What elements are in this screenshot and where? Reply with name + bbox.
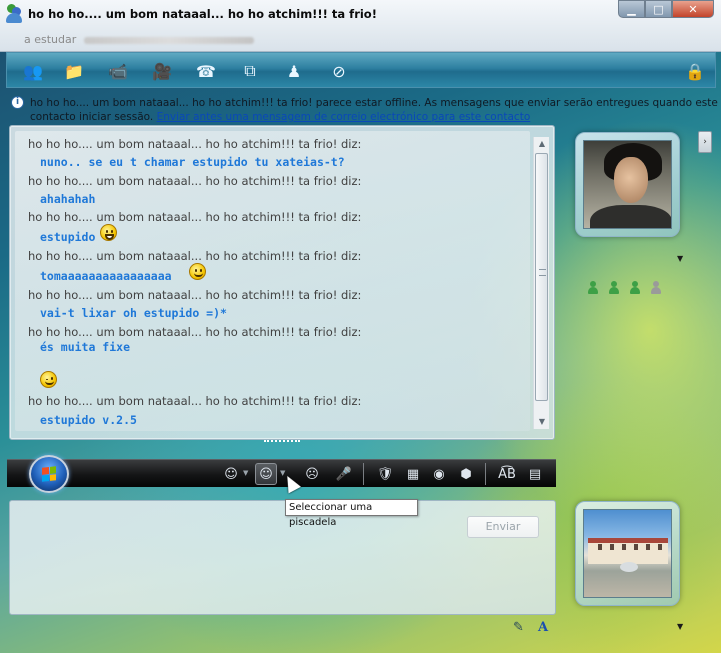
contact-add-icon[interactable] — [628, 281, 642, 295]
contacts-menu-icon[interactable]: 🔒 — [681, 57, 709, 85]
video-call-icon[interactable]: 📹 — [104, 57, 132, 85]
message-text: ahahahah — [40, 192, 96, 206]
pane-splitter[interactable] — [264, 440, 300, 444]
phone-call-icon[interactable]: ☎ — [192, 57, 220, 85]
wink-emoticon-icon — [40, 371, 57, 388]
close-icon[interactable]: ✕ — [672, 0, 714, 18]
contact-online-icon[interactable] — [586, 281, 600, 295]
user-avatar-menu-chevron-icon[interactable]: ▼ — [677, 622, 683, 631]
change-font-icon[interactable]: 🛡 — [374, 463, 396, 485]
window-controls: ▁ □ ✕ — [618, 0, 714, 18]
scroll-down-arrow-icon[interactable]: ▼ — [534, 415, 550, 429]
message-sender: ho ho ho.... um bom nataaal... ho ho atc… — [28, 137, 362, 151]
background-icon[interactable]: ▦ — [402, 463, 424, 485]
chevron-down-icon[interactable]: ▼ — [280, 469, 285, 477]
info-icon: i — [11, 96, 24, 109]
message-text: estupido v.2.5 — [40, 413, 137, 427]
message-sender: ho ho ho.... um bom nataaal... ho ho atc… — [28, 210, 362, 224]
message-text: és muita fixe — [40, 340, 131, 354]
grin-emoticon-icon — [100, 224, 117, 241]
minimize-icon[interactable]: ▁ — [618, 0, 645, 18]
blurred-email — [83, 36, 254, 44]
nudge-icon[interactable]: ☹ — [301, 463, 323, 485]
offline-message: ho ho ho.... um bom nataaal... ho ho atc… — [30, 96, 720, 124]
tongue-emoticon-icon — [189, 263, 206, 280]
contact-offline-icon[interactable] — [649, 281, 663, 295]
voice-clip-icon[interactable]: 🎤 — [333, 463, 355, 485]
send-email-link[interactable]: Enviar antes uma mensagem de correio ele… — [157, 111, 531, 123]
message-sender: ho ho ho.... um bom nataaal... ho ho atc… — [28, 174, 362, 188]
message-text: tomaaaaaaaaaaaaaaaa — [40, 269, 172, 283]
handwriting-icon[interactable]: A͡B — [496, 463, 518, 485]
send-button[interactable]: Enviar — [467, 516, 539, 538]
contact-avatar[interactable] — [575, 132, 680, 237]
sound-icon[interactable]: ◉ — [428, 463, 450, 485]
message-sender: ho ho ho.... um bom nataaal... ho ho atc… — [28, 394, 362, 408]
message-sender: ho ho ho.... um bom nataaal... ho ho atc… — [28, 249, 362, 263]
maximize-icon[interactable]: □ — [645, 0, 672, 18]
emoticon-icon[interactable]: ☺ — [220, 463, 242, 485]
expand-panel-arrow-icon[interactable]: › — [698, 131, 712, 153]
handwriting-mode-icon[interactable]: ✎ — [513, 620, 524, 635]
message-sender: ho ho ho.... um bom nataaal... ho ho atc… — [28, 288, 362, 302]
message-text: vai-t lixar oh estupido =)* — [40, 306, 227, 320]
message-text: estupido — [40, 230, 96, 244]
message-sender: ho ho ho.... um bom nataaal... ho ho atc… — [28, 325, 362, 339]
offline-info-bar: i ho ho ho.... um bom nataaal... ho ho a… — [6, 93, 718, 123]
emoticon-toolbar: ☺ ▼ ☺ ▼ ☹ 🎤 🛡 ▦ ◉ ⬢ A͡B ▤ — [7, 459, 556, 487]
messenger-buddy-icon — [6, 4, 22, 24]
compose-area[interactable]: Enviar — [9, 500, 556, 615]
contact-photo — [583, 140, 672, 229]
picture-icon[interactable]: ▤ — [524, 463, 546, 485]
user-photo — [583, 509, 672, 598]
gift-icon[interactable]: ⬢ — [455, 463, 477, 485]
contact-action-icons — [586, 281, 663, 295]
user-avatar[interactable] — [575, 501, 680, 606]
contact-blocked-icon[interactable] — [607, 281, 621, 295]
wink-tooltip: Seleccionar uma piscadela — [285, 499, 418, 528]
scroll-up-arrow-icon[interactable]: ▲ — [534, 137, 550, 151]
status-label: a estudar — [24, 33, 77, 46]
share-files-icon[interactable]: 📁 — [60, 57, 88, 85]
title-bar: ho ho ho.... um bom nataaal... ho ho atc… — [0, 0, 721, 52]
scroll-thumb[interactable] — [535, 153, 548, 401]
conversation-scrollbar[interactable]: ▲ ▼ — [533, 137, 549, 429]
font-icon[interactable]: A — [538, 620, 548, 635]
contact-status-message: a estudar — [24, 33, 254, 46]
wink-icon[interactable]: ☺ — [255, 463, 277, 485]
games-icon[interactable]: ♟ — [280, 57, 308, 85]
window-title: ho ho ho.... um bom nataaal... ho ho atc… — [28, 7, 377, 21]
message-text: nuno.. se eu t chamar estupido tu xateia… — [40, 155, 345, 169]
block-contact-icon[interactable]: ⊘ — [325, 57, 353, 85]
conversation-toolbar: 👥 📁 📹 🎥 ☎ ⧉ ♟ ⊘ 🔒 — [6, 52, 716, 88]
invite-contact-icon[interactable]: 👥 — [19, 57, 47, 85]
contact-avatar-menu-chevron-icon[interactable]: ▼ — [677, 254, 683, 263]
chevron-down-icon[interactable]: ▼ — [243, 469, 248, 477]
webcam-icon[interactable]: 🎥 — [148, 57, 176, 85]
windows-orb-icon[interactable] — [29, 455, 69, 493]
conversation-history[interactable]: ho ho ho.... um bom nataaal... ho ho atc… — [9, 125, 555, 440]
activities-icon[interactable]: ⧉ — [236, 57, 264, 85]
